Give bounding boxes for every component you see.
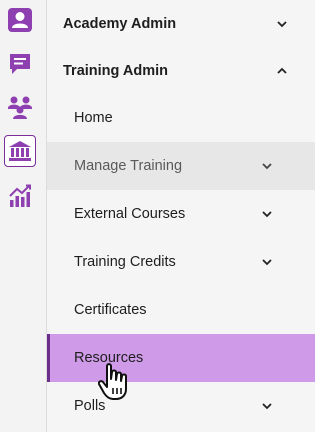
chevron-up-icon: [277, 67, 287, 74]
person-icon[interactable]: [4, 4, 36, 36]
chevron-down-icon: [262, 211, 272, 218]
chat-icon[interactable]: [4, 48, 36, 80]
menu-section-training-admin[interactable]: Training Admin: [47, 47, 315, 95]
menu-item-label: Certificates: [74, 302, 147, 318]
analytics-icon[interactable]: [4, 180, 36, 212]
icon-rail: [0, 0, 47, 432]
menu-item-external-courses[interactable]: External Courses: [47, 190, 315, 238]
menu-section-label: Training Admin: [63, 63, 168, 79]
menu-item-label: Training Credits: [74, 254, 176, 270]
menu-item-training-credits[interactable]: Training Credits: [47, 238, 315, 286]
menu-item-label: Manage Training: [74, 158, 183, 174]
chevron-down-icon: [262, 259, 272, 266]
chevron-down-icon: [277, 21, 287, 28]
hand-cursor-icon: [98, 363, 127, 400]
menu-section-academy-admin[interactable]: Academy Admin: [47, 0, 315, 48]
group-icon[interactable]: [4, 91, 36, 123]
menu-item-label: Polls: [74, 398, 106, 414]
chevron-down-icon: [262, 163, 272, 170]
menu-item-manage-training[interactable]: Manage Training: [47, 142, 315, 190]
menu-item-resources[interactable]: Resources: [47, 334, 315, 382]
nav-menu: Academy Admin Training Admin Home Manage…: [47, 0, 315, 432]
menu-item-polls[interactable]: Polls: [47, 382, 315, 430]
menu-item-certificates[interactable]: Certificates: [47, 286, 315, 334]
menu-section-label: Academy Admin: [63, 16, 177, 32]
chevron-down-icon: [262, 403, 272, 410]
menu-item-home[interactable]: Home: [47, 94, 315, 142]
menu-item-label: External Courses: [74, 206, 186, 222]
academy-icon[interactable]: [4, 135, 36, 167]
menu-item-label: Home: [74, 110, 113, 126]
